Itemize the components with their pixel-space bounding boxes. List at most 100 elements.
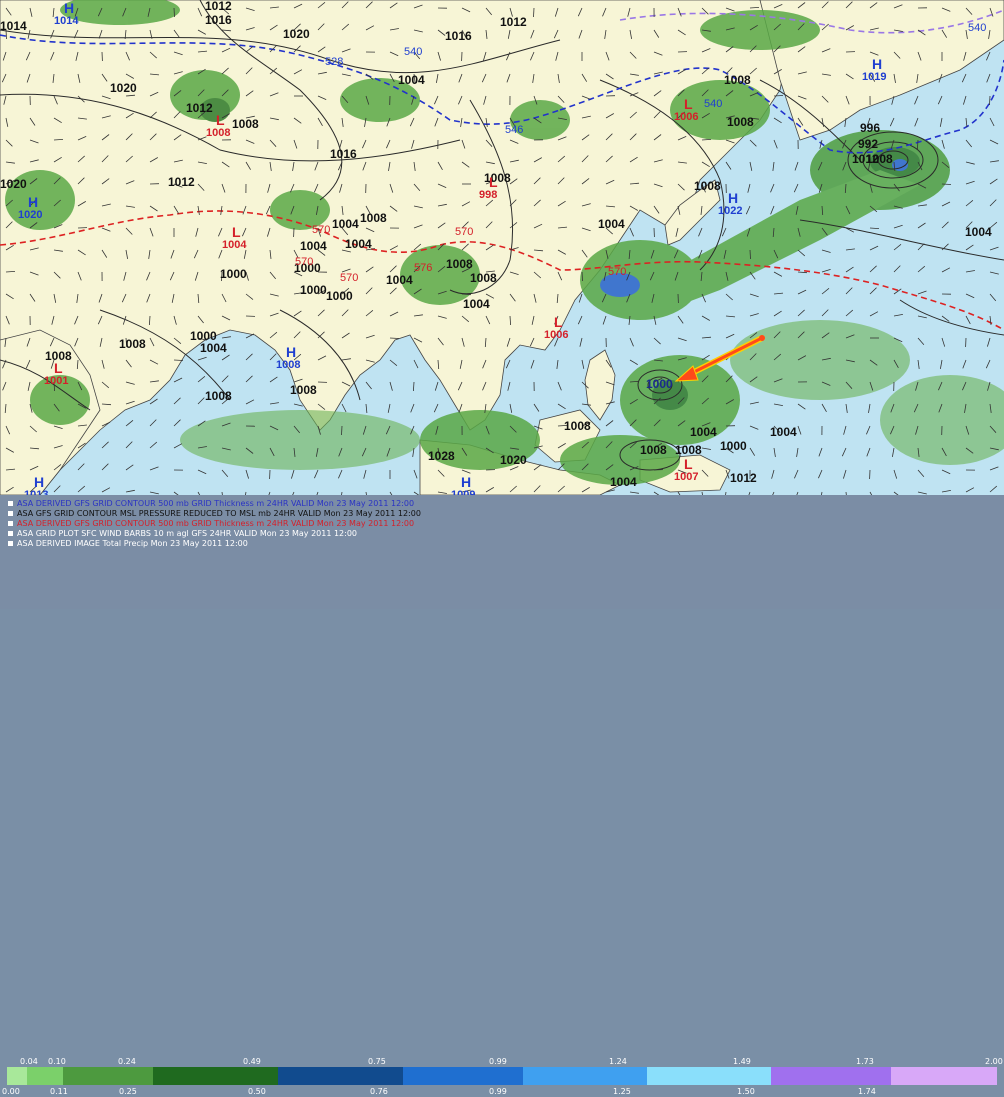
isobar-label: 1004 — [345, 238, 372, 250]
weather-map: 1012101610121014102010201004101210081008… — [0, 0, 1004, 495]
isobar-label: 996 — [860, 122, 880, 134]
isobar-label: 1012 — [168, 176, 195, 188]
scale-tick-top: 0.04 — [20, 1057, 38, 1067]
isobar-label: 1008 — [675, 444, 702, 456]
scale-tick-top: 0.10 — [48, 1057, 66, 1067]
wind-barb — [990, 96, 991, 105]
thickness-label: 540 — [404, 46, 422, 58]
thickness-label: 540 — [704, 98, 722, 110]
wind-barb — [174, 360, 183, 361]
isobar-label: 1004 — [690, 426, 717, 438]
pressure-value: 1019 — [862, 71, 886, 83]
isobar-label: 1000 — [220, 268, 247, 280]
isobar-label: 1004 — [386, 274, 413, 286]
isobar-label: 1000 — [326, 290, 353, 302]
isobar-label: 1008 — [205, 390, 232, 402]
scale-tick-top: 0.49 — [243, 1057, 261, 1067]
pressure-value: 1008 — [206, 127, 230, 139]
wind-barb — [174, 8, 175, 17]
isobar-label: 1016 — [330, 148, 357, 160]
scale-tick-top: 1.73 — [856, 1057, 874, 1067]
colorbar-segment — [278, 1067, 403, 1085]
thickness-label: 570 — [340, 272, 358, 284]
pressure-value: 998 — [479, 189, 497, 201]
isobar-label: 1016 — [205, 14, 232, 26]
isobar-label: 1020 — [0, 178, 27, 190]
isobar-label: 1008 — [640, 444, 667, 456]
colorbar-segment — [771, 1067, 891, 1085]
pressure-value: 1014 — [54, 15, 78, 27]
legend-text: ASA DERIVED IMAGE Total Precip Mon 23 Ma… — [17, 539, 248, 548]
thickness-label: 570 — [455, 226, 473, 238]
isobar-label: 1008 — [724, 74, 751, 86]
low-pressure-symbol: L — [54, 362, 63, 374]
isobar-label: 1004 — [770, 426, 797, 438]
scale-tick-bottom: 1.50 — [737, 1087, 755, 1097]
isobar-label: 992 — [858, 138, 878, 150]
thickness-label: 570 — [295, 256, 313, 268]
high-pressure-symbol: H — [461, 476, 471, 488]
pressure-value: 1007 — [674, 471, 698, 483]
pressure-value: 1008 — [276, 359, 300, 371]
isobar-label: 1004 — [965, 226, 992, 238]
scale-tick-bottom: 0.11 — [50, 1087, 68, 1097]
low-pressure-symbol: L — [554, 316, 563, 328]
thickness-label: 570 — [312, 224, 330, 236]
isobar-label: 1028 — [428, 450, 455, 462]
thickness-label: 528 — [325, 56, 343, 68]
thickness-label: 540 — [968, 22, 986, 34]
wind-barb — [390, 338, 399, 339]
scale-tick-top: 1.49 — [733, 1057, 751, 1067]
high-pressure-symbol: H — [34, 476, 44, 488]
wind-barb — [774, 96, 783, 97]
isobar-label: 1012 — [186, 102, 213, 114]
isobar-label: 1014 — [0, 20, 27, 32]
isobar-label: 1008 — [446, 258, 473, 270]
legend-text: ASA DERIVED GFS GRID CONTOUR 500 mb GRID… — [17, 499, 414, 508]
isobar-label: 1008 — [727, 116, 754, 128]
colorbar-segment — [63, 1067, 153, 1085]
high-pressure-symbol: H — [28, 196, 38, 208]
scale-tick-bottom: 0.99 — [489, 1087, 507, 1097]
high-pressure-symbol: H — [64, 2, 74, 14]
scale-tick-bottom: 0.76 — [370, 1087, 388, 1097]
scale-tick-top: 1.24 — [609, 1057, 627, 1067]
pressure-value: 1004 — [222, 239, 246, 251]
map-graphics — [0, 0, 1004, 495]
scale-tick-top: 0.99 — [489, 1057, 507, 1067]
isobar-label: 1020 — [500, 454, 527, 466]
isobar-label: 1000 — [300, 284, 327, 296]
colorbar-segment — [153, 1067, 278, 1085]
wind-barb — [942, 184, 951, 185]
wind-barb — [582, 272, 583, 281]
isobar-label: 1000 — [720, 440, 747, 452]
precip-scale-top: 0.040.100.240.490.750.991.241.491.732.00 — [0, 1057, 1004, 1067]
scale-tick-top: 0.75 — [368, 1057, 386, 1067]
isobar-label: 1016 — [445, 30, 472, 42]
legend-bullet — [8, 531, 13, 536]
colorbar-segment — [891, 1067, 997, 1085]
isobar-label: 1004 — [610, 476, 637, 488]
isobar-label: 1004 — [598, 218, 625, 230]
scale-tick-top: 0.24 — [118, 1057, 136, 1067]
low-pressure-symbol: L — [684, 458, 693, 470]
colorbar-segment — [647, 1067, 771, 1085]
low-pressure-symbol: L — [684, 98, 693, 110]
precip-colorbar — [7, 1067, 997, 1085]
colorbar-segment — [523, 1067, 647, 1085]
legend-text: ASA GFS GRID CONTOUR MSL PRESSURE REDUCE… — [17, 509, 421, 518]
isobar-label: 1004 — [300, 240, 327, 252]
legend-bullet — [8, 511, 13, 516]
wind-barb — [750, 250, 751, 259]
scale-tick-bottom: 0.50 — [248, 1087, 266, 1097]
isobar-label: 1004 — [463, 298, 490, 310]
legend-line: ASA DERIVED IMAGE Total Precip Mon 23 Ma… — [8, 539, 248, 549]
legend-line: ASA GRID PLOT SFC WIND BARBS 10 m agl GF… — [8, 529, 357, 539]
isobar-label: 1012 — [500, 16, 527, 28]
scale-tick-bottom: 0.00 — [2, 1087, 20, 1097]
isobar-label: 1008 — [232, 118, 259, 130]
isobar-label: 1008 — [694, 180, 721, 192]
isobar-label: 1008 — [564, 420, 591, 432]
pressure-value: 1020 — [18, 209, 42, 221]
isobar-label: 1008 — [360, 212, 387, 224]
